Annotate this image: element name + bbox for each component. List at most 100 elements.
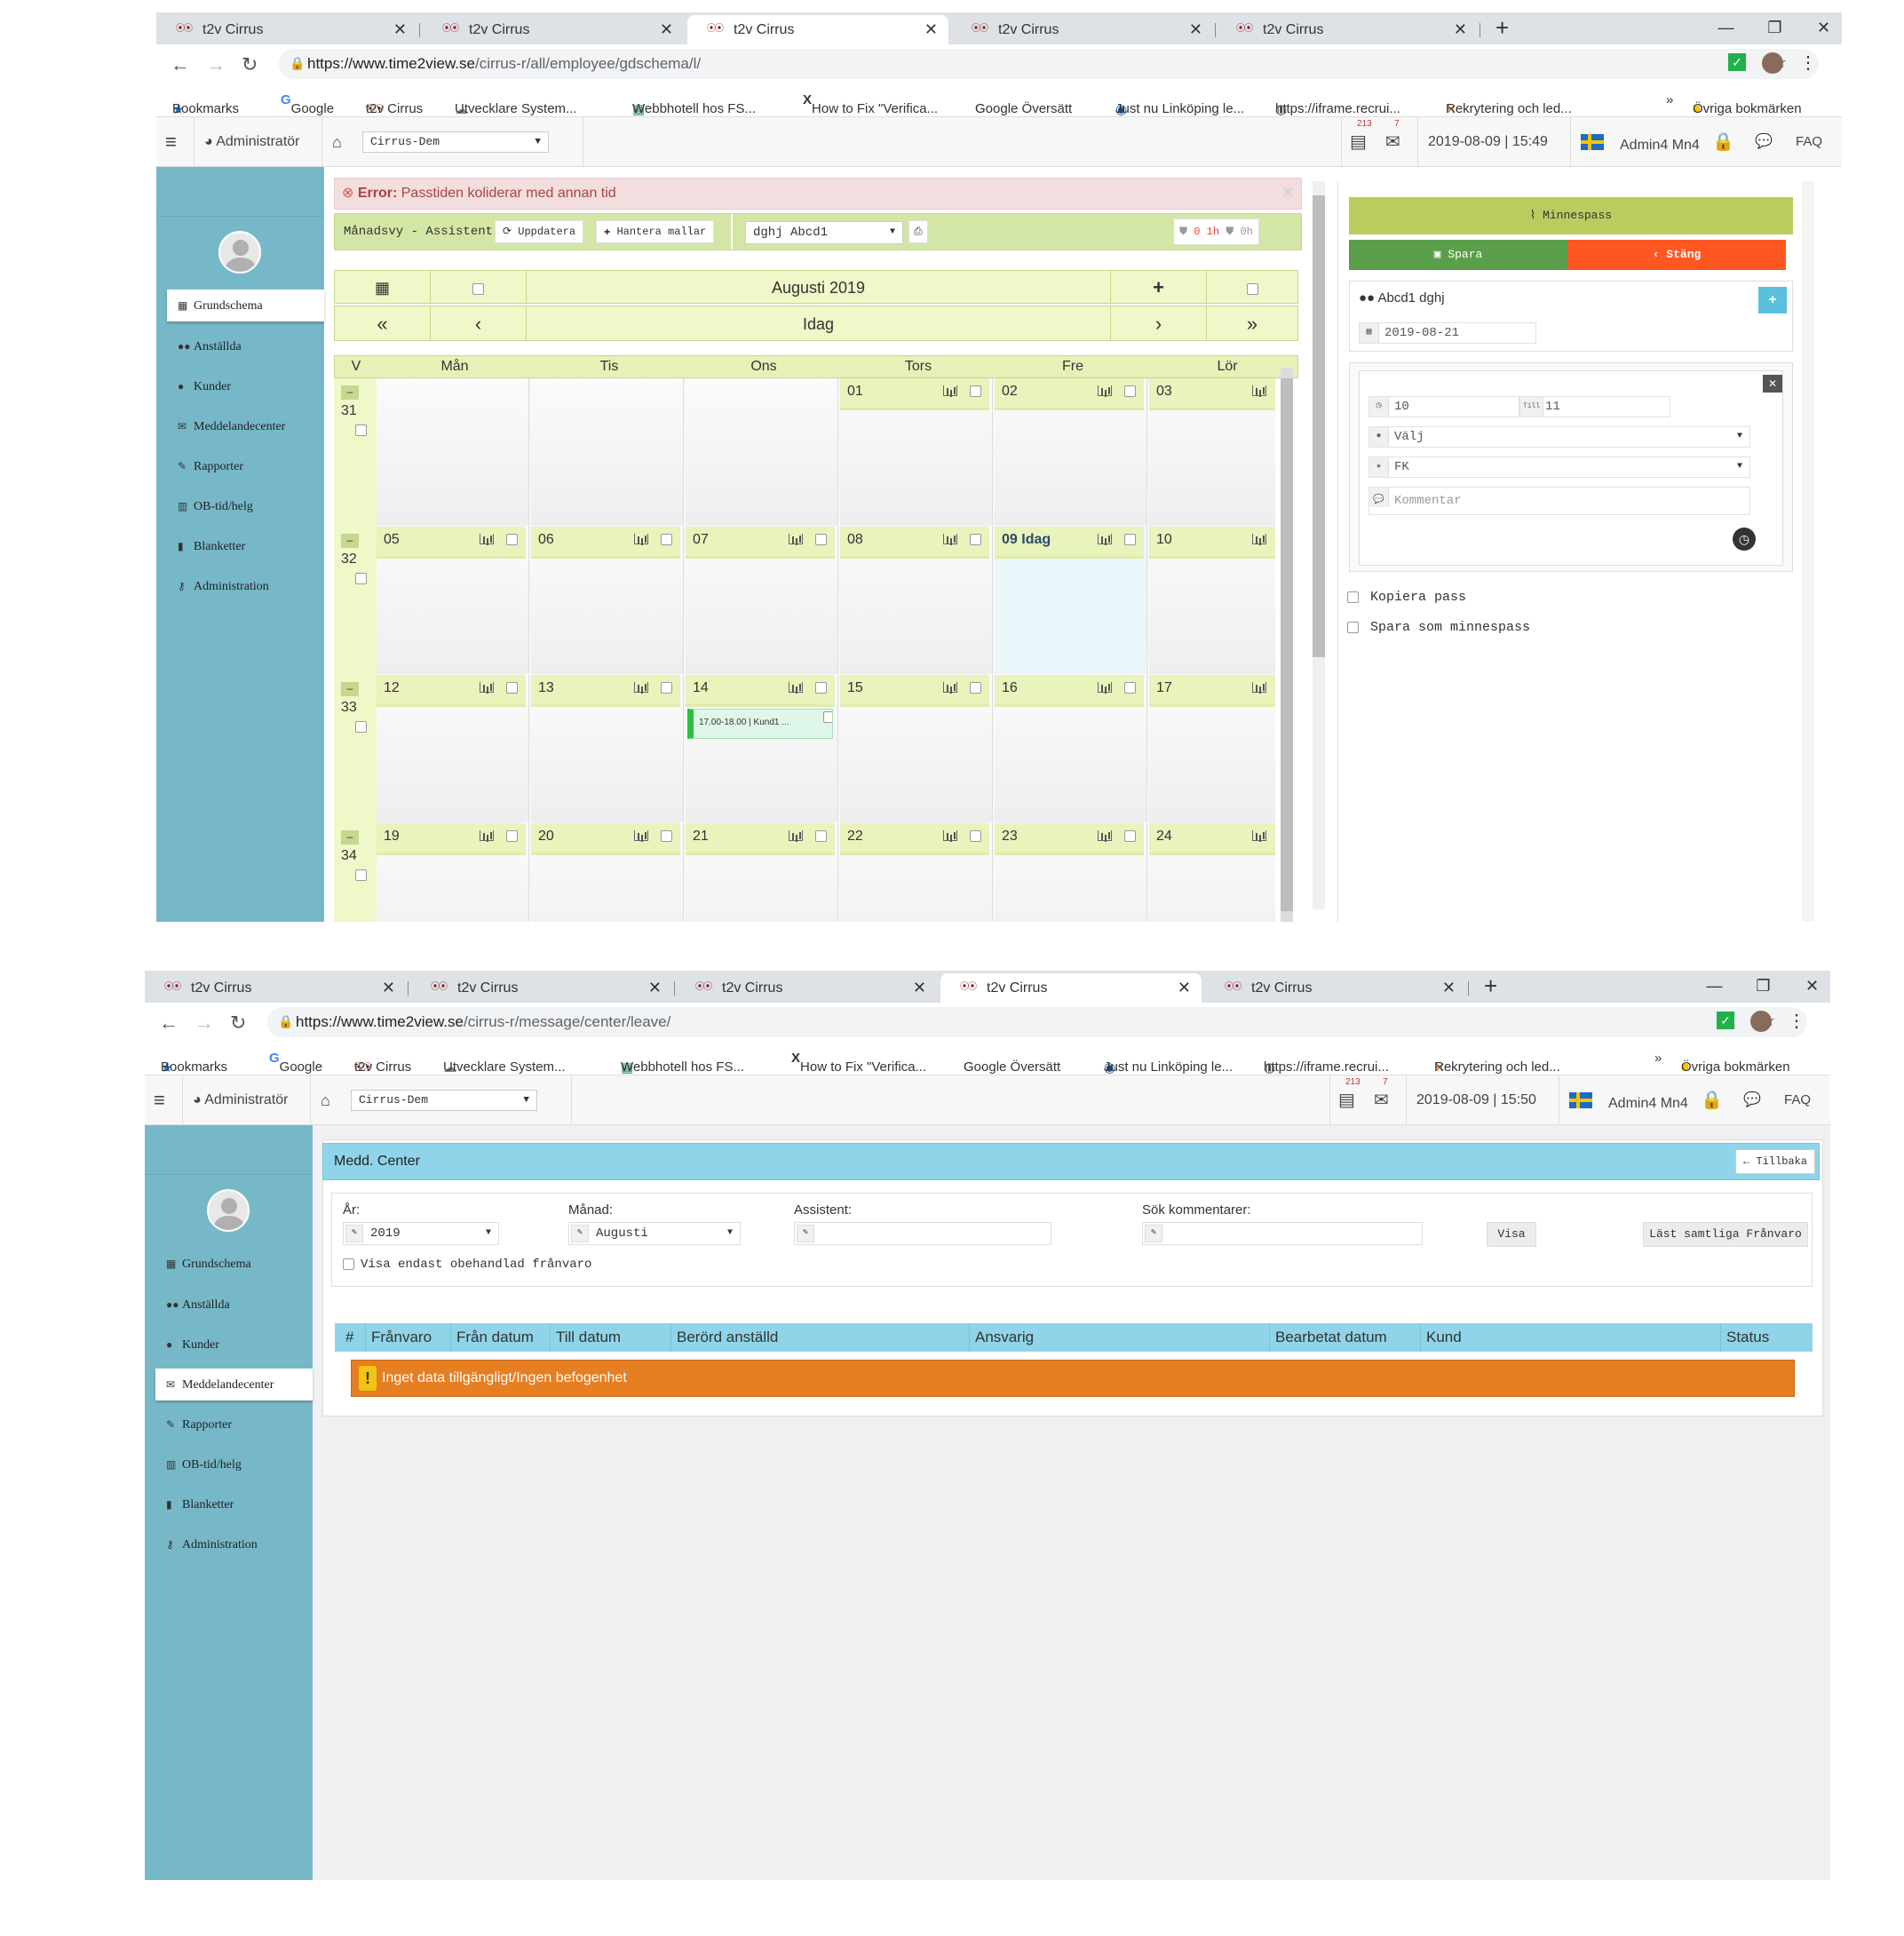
hamburger-icon[interactable]: ≡ — [165, 117, 177, 167]
role-menu[interactable]: ◕ Administratör — [193, 1075, 288, 1125]
day-checkbox[interactable] — [815, 682, 827, 694]
unhandled-only-option[interactable]: Visa endast obehandlad frånvaro — [343, 1258, 591, 1272]
sidebar-item-kunder[interactable]: ● Kunder — [167, 370, 321, 402]
day-checkbox[interactable] — [970, 830, 981, 842]
collapse-week-button[interactable]: – — [341, 385, 359, 400]
day-cell[interactable]: 12 — [377, 675, 529, 822]
reload-icon[interactable]: ↻ — [242, 53, 258, 76]
comment-field[interactable]: 💬 Kommentar — [1368, 487, 1750, 515]
day-cell[interactable] — [377, 378, 529, 526]
chart-icon[interactable] — [789, 682, 803, 693]
close-alert-icon[interactable]: ✕ — [1282, 179, 1294, 209]
faq-link[interactable]: FAQ — [1784, 1075, 1811, 1125]
sidebar-item-ob-tid[interactable]: ▥ OB-tid/helg — [167, 490, 321, 522]
close-form-icon[interactable]: ✕ — [1763, 375, 1782, 393]
day-cell[interactable]: 19 — [377, 823, 529, 922]
reload-icon[interactable]: ↻ — [230, 1012, 246, 1035]
back-icon[interactable]: ← — [171, 53, 190, 76]
save-button[interactable]: ▣ Spara — [1349, 240, 1567, 270]
menu-dots-icon[interactable]: ⋮ — [1788, 1010, 1805, 1032]
month-select[interactable]: ✎ Augusti ▼ — [568, 1222, 741, 1245]
week-checkbox[interactable] — [355, 573, 367, 584]
sidebar-item-administration[interactable]: ⚷ Administration — [167, 570, 321, 602]
close-tab-icon[interactable]: ✕ — [393, 15, 407, 44]
chart-icon[interactable] — [1252, 682, 1266, 693]
browser-tab[interactable]: ⦿⦿ t2v Cirrus ✕ — [411, 973, 672, 1003]
bookmarks-overflow[interactable]: » — [1666, 92, 1673, 107]
close-tab-icon[interactable]: ✕ — [1442, 973, 1456, 1003]
profile-avatar[interactable] — [1762, 52, 1783, 74]
day-cell[interactable]: 10 — [1149, 527, 1275, 674]
week-checkbox[interactable] — [355, 721, 367, 733]
lock-icon[interactable]: 🔒 — [1701, 1075, 1723, 1125]
day-cell[interactable]: 06 — [531, 527, 684, 674]
faq-link[interactable]: FAQ — [1796, 117, 1822, 167]
browser-tab[interactable]: ⦿⦿ t2v Cirrus ✕ — [423, 15, 684, 44]
chart-icon[interactable] — [1252, 830, 1266, 841]
sidebar-item-administration[interactable]: ⚷ Administration — [155, 1528, 310, 1560]
browser-tab[interactable]: ⦿⦿ t2v Cirrus ✕ — [145, 973, 406, 1003]
close-tab-icon[interactable]: ✕ — [1454, 15, 1467, 44]
sidebar-item-anstallda[interactable]: ●● Anställda — [167, 330, 321, 362]
company-select[interactable]: Cirrus-Dem ▼ — [362, 131, 549, 153]
role-menu[interactable]: ◕ Administratör — [204, 117, 299, 167]
extension-check-icon[interactable]: ✓ — [1728, 53, 1746, 71]
event-checkbox[interactable] — [823, 711, 832, 723]
close-window-icon[interactable]: ✕ — [1788, 971, 1830, 1003]
day-checkbox[interactable] — [1124, 534, 1136, 545]
sidebar-item-kunder[interactable]: ● Kunder — [155, 1329, 310, 1361]
column-header[interactable]: Från datum — [450, 1323, 550, 1352]
close-tab-icon[interactable]: ✕ — [924, 15, 938, 44]
sidebar-item-grundschema[interactable]: ▦ Grundschema — [155, 1248, 310, 1280]
chart-icon[interactable] — [634, 534, 648, 544]
day-checkbox[interactable] — [506, 830, 518, 842]
chat-icon[interactable]: 💬 — [1743, 1075, 1761, 1125]
till-time-field[interactable]: Till 11 — [1519, 396, 1670, 417]
day-cell[interactable]: 02 — [995, 378, 1147, 526]
chart-icon[interactable] — [943, 385, 957, 396]
day-cell[interactable]: 03 — [1149, 378, 1275, 526]
chat-icon[interactable]: 💬 — [1755, 117, 1773, 167]
sidebar-item-rapporter[interactable]: ✎ Rapporter — [167, 450, 321, 482]
day-checkbox[interactable] — [661, 534, 672, 545]
panel-scrollbar[interactable] — [1802, 181, 1814, 922]
collapse-week-button[interactable]: – — [341, 682, 359, 696]
column-header[interactable]: Kund — [1420, 1323, 1720, 1352]
year-select[interactable]: ✎ 2019 ▼ — [343, 1222, 499, 1245]
browser-tab[interactable]: ⦿⦿ t2v Cirrus ✕ — [1217, 15, 1478, 44]
type-select[interactable]: ★ FK ▼ — [1368, 456, 1750, 478]
bookmarks-overflow[interactable]: » — [1654, 1051, 1662, 1066]
employee-select[interactable]: dghj Abcd1 ▼ — [745, 221, 903, 244]
print-button[interactable]: ⎙ — [908, 220, 928, 243]
sidebar-item-meddelandecenter[interactable]: ✉ Meddelandecenter — [155, 1369, 313, 1400]
copy-shift-option[interactable]: Kopiera pass — [1347, 590, 1466, 605]
forward-icon[interactable]: → — [194, 1012, 214, 1035]
chart-icon[interactable] — [480, 682, 494, 693]
chart-icon[interactable] — [1252, 534, 1266, 544]
day-cell[interactable]: 21 — [686, 823, 838, 922]
day-checkbox[interactable] — [1124, 385, 1136, 397]
day-checkbox[interactable] — [1124, 682, 1136, 694]
browser-tab-active[interactable]: ⦿⦿ t2v Cirrus ✕ — [940, 973, 1202, 1003]
chart-icon[interactable] — [1098, 682, 1112, 693]
day-cell[interactable]: 14 17.00-18.00 | Kund1 ... — [686, 675, 838, 822]
chart-icon[interactable] — [943, 682, 957, 693]
back-button[interactable]: ← Tillbaka — [1734, 1149, 1815, 1174]
day-checkbox[interactable] — [506, 682, 518, 694]
next-month-icon[interactable]: › — [1111, 306, 1207, 340]
bookmark-item[interactable]: G Google — [269, 1051, 322, 1075]
chart-icon[interactable] — [1098, 534, 1112, 544]
column-header[interactable]: Till datum — [550, 1323, 670, 1352]
save-memo-option[interactable]: Spara som minnespass — [1347, 620, 1530, 635]
select-all-checkbox[interactable] — [472, 283, 484, 295]
sidebar-item-rapporter[interactable]: ✎ Rapporter — [155, 1408, 310, 1440]
shift-event[interactable]: 17.00-18.00 | Kund1 ... — [687, 709, 833, 739]
day-cell[interactable]: 05 — [377, 527, 529, 674]
sidebar-item-meddelandecenter[interactable]: ✉ Meddelandecenter — [167, 410, 321, 442]
chart-icon[interactable] — [480, 830, 494, 841]
restore-icon[interactable]: ❐ — [1750, 12, 1799, 44]
day-cell[interactable]: 23 — [995, 823, 1147, 922]
copy-shift-checkbox[interactable] — [1347, 591, 1359, 603]
close-tab-icon[interactable]: ✕ — [648, 973, 662, 1003]
chart-icon[interactable] — [634, 830, 648, 841]
